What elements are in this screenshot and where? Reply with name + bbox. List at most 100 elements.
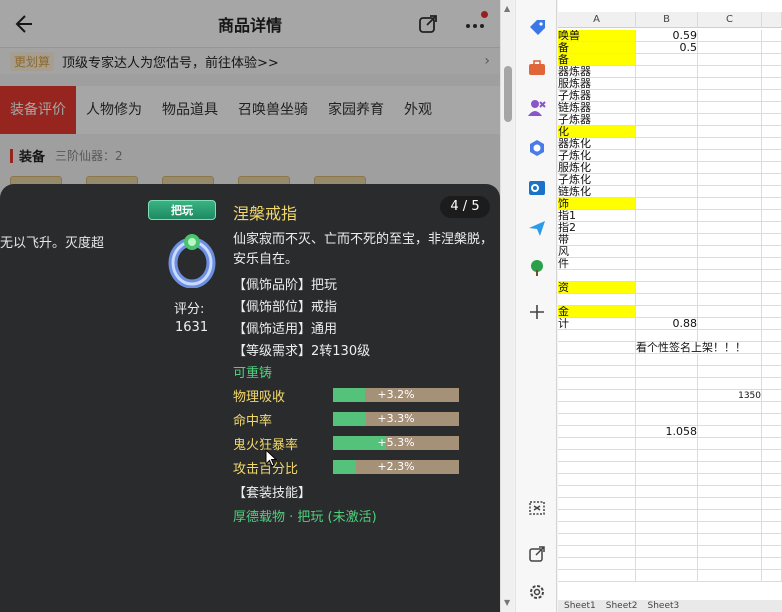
table-cell[interactable] (636, 402, 698, 414)
table-cell[interactable] (762, 90, 782, 102)
table-cell[interactable] (636, 66, 698, 78)
table-cell[interactable] (762, 402, 782, 414)
table-cell[interactable] (762, 198, 782, 210)
table-cell[interactable] (762, 282, 782, 294)
table-cell[interactable] (636, 150, 698, 162)
table-cell[interactable] (762, 534, 782, 546)
scrollbar-thumb[interactable] (504, 66, 512, 122)
table-cell[interactable] (558, 330, 636, 342)
table-cell[interactable]: 饰 (558, 198, 636, 210)
table-cell[interactable] (636, 570, 698, 582)
table-cell[interactable] (636, 198, 698, 210)
table-cell[interactable] (698, 450, 762, 462)
table-cell[interactable] (762, 30, 782, 42)
table-cell[interactable] (762, 570, 782, 582)
table-cell[interactable] (636, 186, 698, 198)
table-cell[interactable]: 看个性签名上架！！！ (636, 342, 746, 354)
table-cell[interactable]: 子炼化 (558, 174, 636, 186)
table-cell[interactable] (636, 126, 698, 138)
table-cell[interactable] (636, 90, 698, 102)
table-cell[interactable]: 子炼器 (558, 90, 636, 102)
table-cell[interactable] (558, 498, 636, 510)
table-cell[interactable] (558, 534, 636, 546)
table-cell[interactable] (698, 546, 762, 558)
table-cell[interactable] (762, 486, 782, 498)
table-cell[interactable] (636, 354, 698, 366)
table-cell[interactable] (698, 534, 762, 546)
table-cell[interactable] (762, 222, 782, 234)
table-cell[interactable] (636, 258, 698, 270)
table-cell[interactable] (636, 306, 698, 318)
send-icon[interactable] (527, 218, 547, 238)
table-cell[interactable] (558, 474, 636, 486)
table-cell[interactable] (636, 246, 698, 258)
table-cell[interactable] (698, 438, 762, 450)
table-cell[interactable] (762, 54, 782, 66)
table-cell[interactable] (558, 558, 636, 570)
table-cell[interactable]: 服炼化 (558, 162, 636, 174)
table-cell[interactable] (698, 474, 762, 486)
column-header-a[interactable]: A (558, 12, 636, 28)
table-cell[interactable] (762, 186, 782, 198)
table-cell[interactable] (698, 354, 762, 366)
table-cell[interactable] (698, 342, 762, 354)
table-cell[interactable]: 计 (558, 318, 636, 330)
table-cell[interactable]: 金 (558, 306, 636, 318)
table-cell[interactable] (762, 258, 782, 270)
table-cell[interactable] (558, 366, 636, 378)
table-cell[interactable] (558, 438, 636, 450)
table-cell[interactable] (558, 294, 636, 306)
table-cell[interactable] (762, 558, 782, 570)
table-cell[interactable] (558, 426, 636, 438)
table-cell[interactable] (698, 126, 762, 138)
table-cell[interactable] (762, 414, 782, 426)
table-cell[interactable] (558, 270, 636, 282)
table-cell[interactable] (636, 282, 698, 294)
table-cell[interactable] (762, 162, 782, 174)
table-cell[interactable] (762, 498, 782, 510)
copilot-icon[interactable] (527, 138, 547, 158)
table-cell[interactable] (698, 294, 762, 306)
table-cell[interactable] (698, 570, 762, 582)
table-cell[interactable] (762, 510, 782, 522)
table-cell[interactable] (636, 462, 698, 474)
table-cell[interactable] (636, 78, 698, 90)
table-cell[interactable]: 风 (558, 246, 636, 258)
table-cell[interactable] (636, 234, 698, 246)
table-cell[interactable] (762, 438, 782, 450)
table-cell[interactable] (762, 174, 782, 186)
outlook-icon[interactable] (527, 178, 547, 198)
table-cell[interactable] (636, 162, 698, 174)
table-cell[interactable]: 唤兽 (558, 30, 636, 42)
table-cell[interactable] (636, 546, 698, 558)
table-cell[interactable] (762, 270, 782, 282)
table-cell[interactable] (698, 462, 762, 474)
table-cell[interactable] (698, 402, 762, 414)
table-cell[interactable] (762, 126, 782, 138)
table-cell[interactable] (558, 522, 636, 534)
table-cell[interactable] (636, 486, 698, 498)
table-cell[interactable] (762, 330, 782, 342)
scroll-up-icon[interactable]: ▲ (504, 4, 510, 13)
table-cell[interactable]: 带 (558, 234, 636, 246)
table-cell[interactable] (558, 354, 636, 366)
table-cell[interactable] (698, 426, 762, 438)
table-cell[interactable]: 子炼器 (558, 114, 636, 126)
table-cell[interactable]: 器炼化 (558, 138, 636, 150)
table-cell[interactable] (698, 486, 762, 498)
table-cell[interactable] (558, 342, 636, 354)
table-cell[interactable]: 0.88 (636, 318, 698, 330)
table-cell[interactable]: 0.59 (636, 30, 698, 42)
table-cell[interactable]: 子炼化 (558, 150, 636, 162)
table-cell[interactable] (762, 426, 782, 438)
table-cell[interactable] (762, 474, 782, 486)
table-cell[interactable] (698, 42, 762, 54)
table-cell[interactable] (558, 462, 636, 474)
plus-icon[interactable] (527, 302, 547, 322)
table-cell[interactable] (762, 246, 782, 258)
table-cell[interactable] (636, 270, 698, 282)
table-cell[interactable] (698, 162, 762, 174)
table-cell[interactable] (558, 510, 636, 522)
table-cell[interactable] (762, 294, 782, 306)
table-cell[interactable]: 指2 (558, 222, 636, 234)
